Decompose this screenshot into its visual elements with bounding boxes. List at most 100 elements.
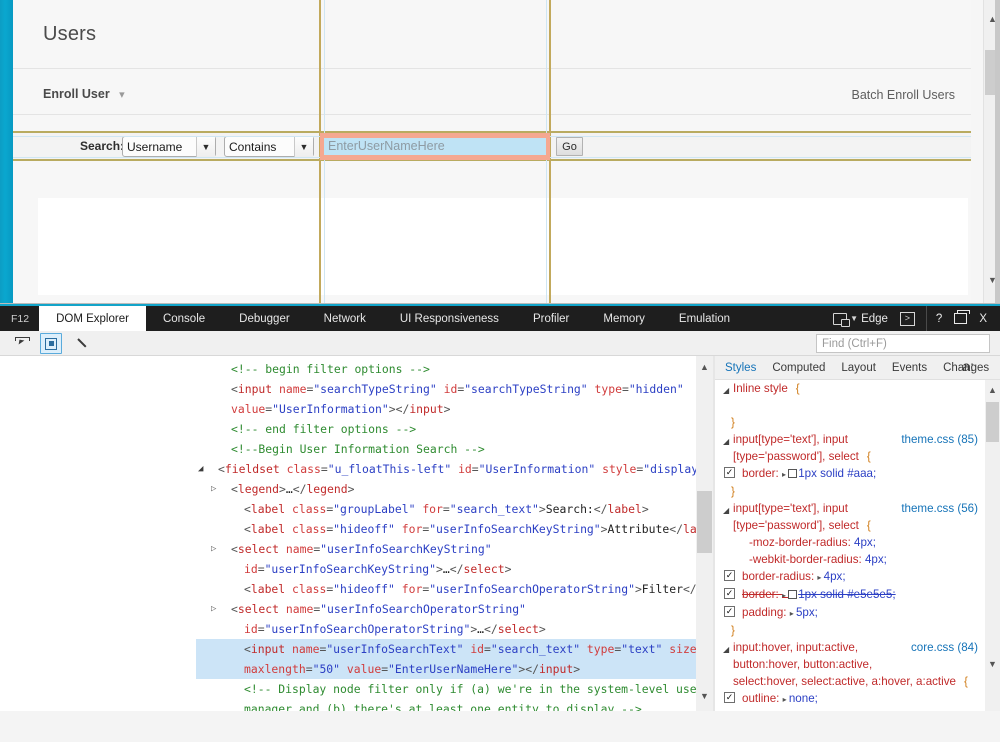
style-declaration[interactable]: ✓ border-radius: ▸ 4px; xyxy=(723,568,1000,586)
auto-sync-toggle[interactable]: a: xyxy=(962,358,974,374)
chevron-down-icon[interactable]: ▼ xyxy=(696,688,713,704)
dom-tree-line[interactable]: value="UserInformation"></input> xyxy=(196,399,696,419)
dom-tree-line[interactable]: ▷ <select name="userInfoSearchOperatorStr… xyxy=(196,599,696,619)
tab-styles[interactable]: Styles xyxy=(715,362,764,374)
debug-target-selector[interactable]: ▼ Edge xyxy=(828,306,893,331)
dom-tree-line[interactable]: <label class="hideoff" for="userInfoSear… xyxy=(196,579,714,599)
dom-tree-line[interactable]: <input name="userInfoSearchText" id="sea… xyxy=(196,639,714,659)
declaration-value[interactable]: 4px; xyxy=(824,570,846,583)
dom-tree-line[interactable]: <!--Begin User Information Search --> xyxy=(196,439,696,459)
tab-dom-explorer[interactable]: DOM Explorer xyxy=(39,306,146,331)
style-source-link[interactable]: core.css (84) xyxy=(911,639,978,656)
chevron-up-icon[interactable]: ▲ xyxy=(696,359,713,375)
tab-network[interactable]: Network xyxy=(307,306,383,331)
dom-tree-markup[interactable]: <!-- begin filter options --> <input name… xyxy=(196,359,714,711)
expanded-triangle-icon[interactable]: ◢ xyxy=(723,382,729,399)
color-picker-button[interactable] xyxy=(72,333,94,354)
dom-tree-line[interactable]: ▷ <legend>…</legend> xyxy=(196,479,696,499)
tab-emulation[interactable]: Emulation xyxy=(662,306,747,331)
tab-ui-responsiveness[interactable]: UI Responsiveness xyxy=(383,306,516,331)
style-rule-selector[interactable]: ◢ input:hover, input:active, core.css (84) xyxy=(723,639,1000,656)
scrollbar-thumb[interactable] xyxy=(697,491,712,553)
close-devtools-button[interactable]: X xyxy=(974,306,992,331)
tab-debugger[interactable]: Debugger xyxy=(222,306,307,331)
dom-tree-line[interactable]: <input name="searchTypeString" id="searc… xyxy=(196,379,696,399)
style-rule-selector[interactable]: ◢ input[type='text'], input theme.css (85) xyxy=(723,431,1000,448)
expanded-triangle-icon[interactable]: ◢ xyxy=(723,433,729,450)
style-rule[interactable]: ◢ Inline style { } xyxy=(715,380,1000,431)
dom-tree-line[interactable]: <label class="groupLabel" for="search_te… xyxy=(196,499,696,519)
dom-tree-line[interactable]: ◢ <fieldset class="u_floatThis-left" id="… xyxy=(196,459,714,479)
declaration-enabled-checkbox[interactable]: ✓ xyxy=(724,692,735,703)
declaration-enabled-checkbox[interactable]: ✓ xyxy=(724,588,735,599)
search-attribute-select[interactable]: Username ▼ xyxy=(122,136,216,157)
dom-tree-line[interactable]: <!-- begin filter options --> xyxy=(196,359,696,379)
toggle-console-button[interactable]: > xyxy=(895,306,920,331)
help-button[interactable]: ? xyxy=(925,306,947,331)
expanded-triangle-icon[interactable]: ◢ xyxy=(198,463,203,475)
expanded-triangle-icon[interactable]: ◢ xyxy=(723,502,729,519)
tab-events[interactable]: Events xyxy=(884,362,935,374)
find-input[interactable]: Find (Ctrl+F) xyxy=(816,334,990,353)
style-rule[interactable]: ◢ input[type='text'], input theme.css (85)… xyxy=(715,431,1000,500)
show-layout-button[interactable] xyxy=(40,333,62,354)
tab-computed[interactable]: Computed xyxy=(764,362,833,374)
dom-tree-line[interactable]: <!-- Display node filter only if (a) we'… xyxy=(196,679,714,699)
dom-tree-scrollbar[interactable]: ▲ ▼ xyxy=(696,356,713,711)
search-filter-select[interactable]: Contains ▼ xyxy=(224,136,314,157)
declaration-value[interactable]: none; xyxy=(789,692,818,705)
collapsed-triangle-icon[interactable]: ▷ xyxy=(211,483,216,495)
dom-tree-line[interactable]: <!-- end filter options --> xyxy=(196,419,696,439)
declaration-value[interactable]: 1px solid #e5e5e5; xyxy=(798,588,895,601)
style-source-link[interactable]: theme.css (56) xyxy=(901,500,978,517)
tab-memory[interactable]: Memory xyxy=(586,306,662,331)
declaration-enabled-checkbox[interactable]: ✓ xyxy=(724,467,735,478)
dom-tree-line[interactable]: id="userInfoSearchKeyString">…</select> xyxy=(196,559,696,579)
style-rule-selector[interactable]: ◢ Inline style { xyxy=(723,380,1000,397)
collapsed-triangle-icon[interactable]: ▷ xyxy=(211,603,216,615)
web-page-viewport: Users Enroll User ▾ Batch Enroll Users S… xyxy=(0,0,1000,303)
style-rule[interactable]: ◢ input[type='text'], input theme.css (56)… xyxy=(715,500,1000,639)
declaration-enabled-checkbox[interactable]: ✓ xyxy=(724,606,735,617)
dom-tree-pane[interactable]: <!-- begin filter options --> <input name… xyxy=(0,356,714,711)
undock-button[interactable] xyxy=(949,306,972,331)
styles-rule-list[interactable]: ◢ Inline style{ } ◢ input[type='text'], inp… xyxy=(715,380,1000,711)
style-declaration[interactable]: ✓ outline: ▸ none; xyxy=(723,690,1000,708)
scrollbar-thumb[interactable] xyxy=(986,402,999,442)
search-go-button[interactable]: Go xyxy=(556,137,583,156)
tab-console[interactable]: Console xyxy=(146,306,222,331)
tab-profiler[interactable]: Profiler xyxy=(516,306,586,331)
dom-tree-line[interactable]: <label class="hideoff" for="userInfoSear… xyxy=(196,519,714,539)
tab-layout[interactable]: Layout xyxy=(833,362,884,374)
style-rule-selector[interactable]: ◢ input[type='text'], input theme.css (56) xyxy=(723,500,1000,517)
search-text-input[interactable]: EnterUserNameHere xyxy=(324,138,546,155)
declaration-enabled-checkbox[interactable]: ✓ xyxy=(724,570,735,581)
dom-tree-line[interactable]: id="userInfoSearchOperatorString">…</sel… xyxy=(196,619,696,639)
chevron-down-icon[interactable]: ▼ xyxy=(985,656,1000,671)
style-source-link[interactable]: theme.css (85) xyxy=(901,431,978,448)
styles-scrollbar[interactable]: ▲ ▼ xyxy=(985,380,1000,711)
dom-tree-line[interactable]: maxlength="50" value="EnterUserNameHere"… xyxy=(196,659,696,679)
declaration-value[interactable]: 1px solid #aaa; xyxy=(798,467,876,480)
enroll-user-label: Enroll User xyxy=(43,87,110,101)
style-rule[interactable]: ◢ input:hover, input:active, core.css (84)… xyxy=(715,639,1000,711)
element-picker-button[interactable] xyxy=(10,333,32,354)
collapsed-triangle-icon[interactable]: ▷ xyxy=(211,543,216,555)
batch-enroll-users-link[interactable]: Batch Enroll Users xyxy=(851,88,955,102)
declaration-value[interactable]: 4px; xyxy=(865,553,887,566)
declaration-value[interactable]: 4px; xyxy=(854,536,876,549)
style-declaration[interactable]: -moz-border-radius: 4px; xyxy=(723,534,1000,551)
dom-tree-line[interactable]: ▷ <select name="userInfoSearchKeyString" xyxy=(196,539,696,559)
expanded-triangle-icon[interactable]: ◢ xyxy=(723,641,729,658)
style-declaration[interactable]: -webkit-border-radius: 4px; xyxy=(723,551,1000,568)
style-declaration[interactable]: ✓ border: ▸ 1px solid #e5e5e5; xyxy=(723,586,1000,604)
chevron-up-icon[interactable]: ▲ xyxy=(985,382,1000,397)
style-declaration[interactable]: ✓ padding: ▸ 5px; xyxy=(723,604,1000,622)
dom-tree-line[interactable]: manager and (b) there's at least one ent… xyxy=(196,699,696,711)
enroll-user-menu[interactable]: Enroll User ▾ xyxy=(43,87,125,101)
declaration-value[interactable]: 5px; xyxy=(796,606,818,619)
color-swatch[interactable] xyxy=(788,469,798,478)
selector-text: input[type='text'], input xyxy=(733,502,848,515)
style-declaration[interactable]: ✓ border: ▸ 1px solid #aaa; xyxy=(723,465,1000,483)
color-swatch[interactable] xyxy=(788,590,798,599)
